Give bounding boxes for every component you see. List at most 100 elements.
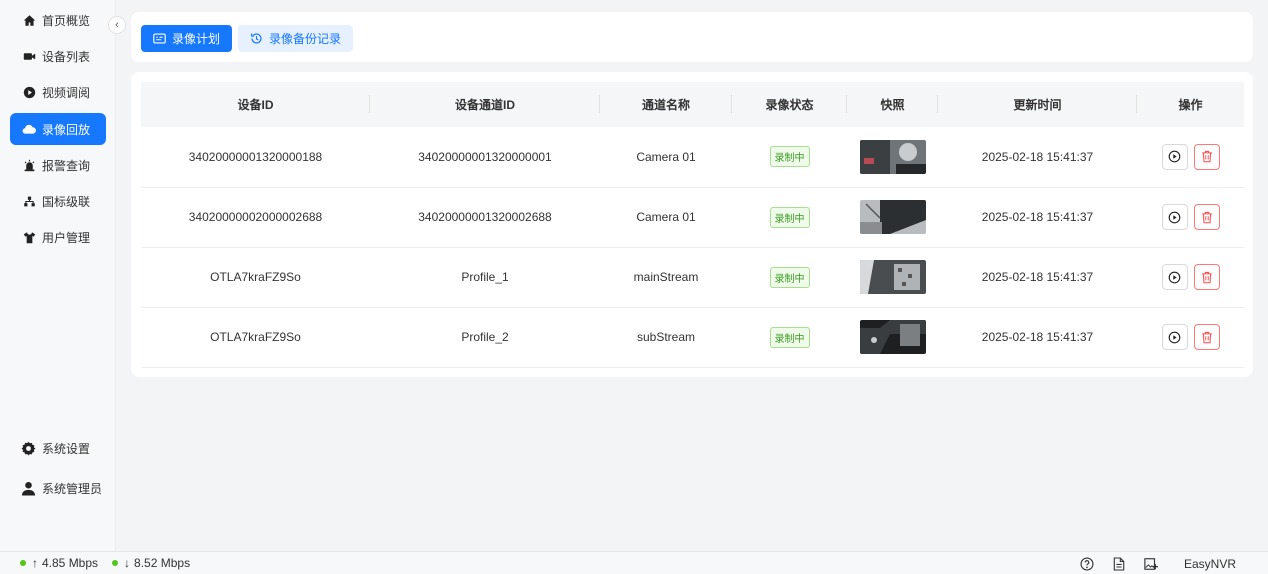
sidebar-item-label: 系统管理员 xyxy=(42,482,103,496)
sidebar-item-alarm[interactable]: 报警查询 xyxy=(10,149,106,181)
table-row: OTLA7kraFZ9So Profile_2 subStream 录制中 20… xyxy=(141,307,1244,367)
column-header-updated: 更新时间 xyxy=(938,82,1137,127)
user-icon xyxy=(20,481,36,497)
trash-icon xyxy=(1201,331,1212,343)
sidebar-item-label: 录像回放 xyxy=(42,122,91,137)
updated-time-cell: 2025-02-18 15:41:37 xyxy=(981,270,1094,284)
play-button[interactable] xyxy=(1161,204,1188,230)
arrow-up-icon: ↑ xyxy=(32,556,38,570)
play-button[interactable] xyxy=(1161,264,1188,290)
play-button[interactable] xyxy=(1161,324,1188,350)
column-header-device-id: 设备ID xyxy=(141,82,370,127)
tab-backup-records[interactable]: 录像备份记录 xyxy=(238,25,354,52)
sidebar-item-user-management[interactable]: 用户管理 xyxy=(10,221,106,253)
actions-cell xyxy=(1137,307,1244,367)
play-circle-icon xyxy=(22,85,36,99)
table-header-row: 设备ID 设备通道ID 通道名称 录像状态 快照 更新时间 操作 xyxy=(141,82,1244,127)
trash-icon xyxy=(1201,271,1212,283)
sidebar-item-cascade[interactable]: 国标级联 xyxy=(10,185,106,217)
sidebar-item-home[interactable]: 首页概览 xyxy=(10,4,106,36)
status-cell: 录制中 xyxy=(732,127,847,187)
status-cell: 录制中 xyxy=(732,187,847,247)
column-header-channel-name: 通道名称 xyxy=(600,82,732,127)
delete-button[interactable] xyxy=(1193,324,1220,350)
video-camera-icon xyxy=(22,49,36,63)
actions-cell xyxy=(1137,127,1244,187)
download-rate: ↓ 8.52 Mbps xyxy=(112,556,190,570)
sidebar-item-system-settings[interactable]: 系统设置 xyxy=(20,440,90,457)
status-cell: 录制中 xyxy=(732,307,847,367)
channel-id-cell: Profile_2 xyxy=(461,330,509,344)
table-row: 34020000001320000188 3402000000132000000… xyxy=(141,127,1244,187)
channel-id-cell: Profile_1 xyxy=(461,270,509,284)
snapshot-cell xyxy=(847,187,938,247)
history-icon xyxy=(250,32,263,45)
recording-plan-table-card: 设备ID 设备通道ID 通道名称 录像状态 快照 更新时间 操作 3402000… xyxy=(131,72,1253,377)
tab-label: 录像计划 xyxy=(172,32,221,46)
online-dot-icon xyxy=(20,560,26,566)
delete-button[interactable] xyxy=(1193,204,1220,230)
snapshot-thumbnail[interactable] xyxy=(859,139,926,174)
sidebar-item-label: 系统设置 xyxy=(42,442,91,456)
tab-recording-plan[interactable]: 录像计划 xyxy=(141,25,233,52)
help-icon[interactable] xyxy=(1080,556,1094,571)
channel-name-cell: Camera 01 xyxy=(636,210,696,224)
actions-cell xyxy=(1137,247,1244,307)
device-id-cell: OTLA7kraFZ9So xyxy=(210,270,301,284)
channel-name-cell: mainStream xyxy=(633,270,699,284)
cascade-icon xyxy=(22,194,36,208)
upload-rate-value: 4.85 Mbps xyxy=(42,556,99,570)
home-icon xyxy=(22,13,36,27)
trash-icon xyxy=(1201,211,1212,223)
channel-id-cell: 34020000001320000001 xyxy=(418,149,552,164)
snapshot-thumbnail[interactable] xyxy=(859,200,926,234)
sidebar-item-label: 视频调阅 xyxy=(42,85,91,100)
delete-button[interactable] xyxy=(1193,143,1220,170)
status-bar: ↑ 4.85 Mbps ↓ 8.52 Mbps EasyNVR xyxy=(0,551,1268,574)
snapshot-thumbnail[interactable] xyxy=(859,260,926,294)
play-icon xyxy=(1168,150,1181,163)
status-badge: 录制中 xyxy=(769,206,810,228)
gear-icon xyxy=(20,441,36,457)
sidebar-item-video-view[interactable]: 视频调阅 xyxy=(10,76,106,108)
tab-label: 录像备份记录 xyxy=(269,32,342,46)
sidebar-collapse-button[interactable]: ‹ xyxy=(108,16,126,34)
trash-icon xyxy=(1201,151,1212,163)
recording-plan-table: 设备ID 设备通道ID 通道名称 录像状态 快照 更新时间 操作 3402000… xyxy=(141,82,1244,368)
play-button[interactable] xyxy=(1161,143,1188,170)
upload-rate: ↑ 4.85 Mbps xyxy=(20,556,98,570)
column-header-status: 录像状态 xyxy=(732,82,847,127)
table-row: OTLA7kraFZ9So Profile_1 mainStream 录制中 2… xyxy=(141,247,1244,307)
download-rate-value: 8.52 Mbps xyxy=(134,556,191,570)
sidebar-item-label: 报警查询 xyxy=(42,158,91,173)
image-add-icon[interactable] xyxy=(1144,557,1158,571)
tab-bar: 录像计划 录像备份记录 xyxy=(131,12,1253,62)
updated-time-cell: 2025-02-18 15:41:37 xyxy=(981,330,1094,344)
table-row: 34020000002000002688 3402000000132000268… xyxy=(141,187,1244,247)
delete-button[interactable] xyxy=(1193,264,1220,290)
schedule-icon xyxy=(153,33,166,44)
online-dot-icon xyxy=(112,560,119,566)
sidebar-item-playback[interactable]: 录像回放 xyxy=(10,113,106,145)
column-header-actions: 操作 xyxy=(1178,98,1203,112)
sidebar: 首页概览 设备列表 视频调阅 录像回放 报警查询 国标级联 用户管理 系统设置 … xyxy=(0,0,116,551)
status-badge: 录制中 xyxy=(769,266,810,288)
sidebar-item-device-list[interactable]: 设备列表 xyxy=(10,40,106,72)
chevron-left-icon: ‹ xyxy=(115,19,119,31)
device-id-cell: OTLA7kraFZ9So xyxy=(210,330,301,344)
sidebar-item-label: 设备列表 xyxy=(42,49,91,64)
actions-cell xyxy=(1137,187,1244,247)
snapshot-cell xyxy=(847,247,938,307)
device-id-cell: 34020000002000002688 xyxy=(188,210,323,224)
snapshot-thumbnail[interactable] xyxy=(859,320,926,354)
status-badge: 录制中 xyxy=(769,146,810,168)
sidebar-item-label: 用户管理 xyxy=(42,230,91,245)
play-icon xyxy=(1168,331,1181,343)
sidebar-item-admin[interactable]: 系统管理员 xyxy=(20,480,102,497)
device-id-cell: 34020000001320000188 xyxy=(188,149,323,164)
column-header-channel-id: 设备通道ID xyxy=(370,82,600,127)
snapshot-cell xyxy=(847,127,938,187)
channel-id-cell: 34020000001320002688 xyxy=(418,210,552,224)
updated-time-cell: 2025-02-18 15:41:37 xyxy=(981,210,1094,224)
document-icon[interactable] xyxy=(1112,556,1126,571)
